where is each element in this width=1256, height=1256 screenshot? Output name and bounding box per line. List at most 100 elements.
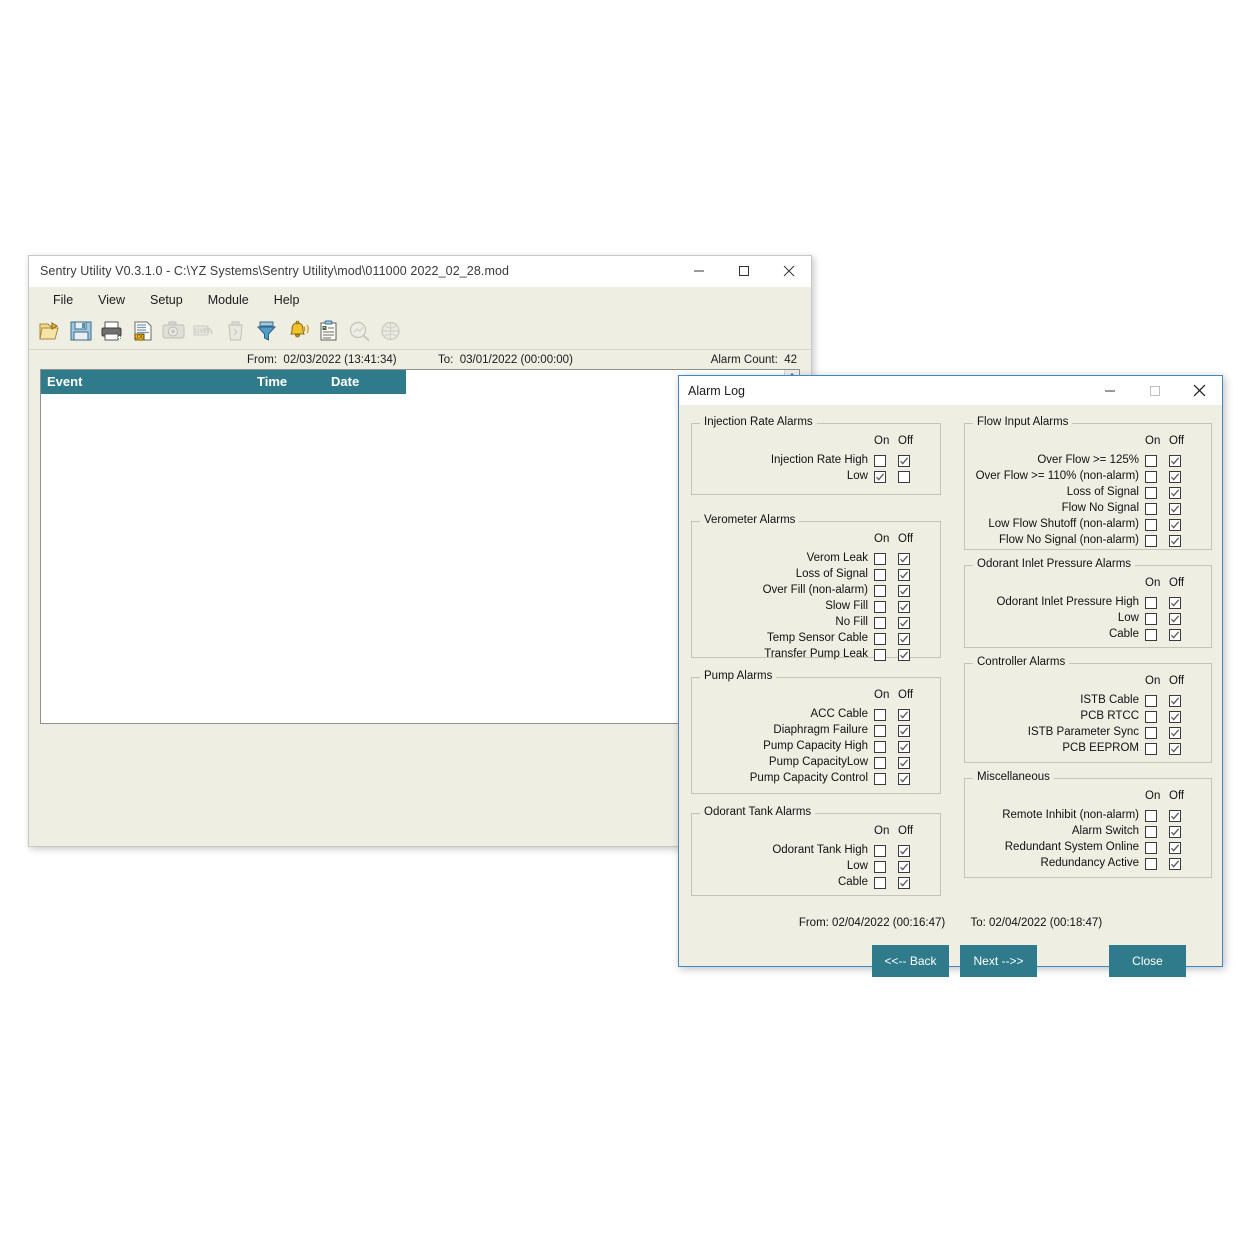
checkbox-off[interactable]	[1169, 727, 1181, 739]
checkbox-on[interactable]	[1145, 455, 1157, 467]
checkbox-on[interactable]	[874, 569, 886, 581]
column-header-time[interactable]: Time	[257, 374, 287, 389]
checkbox-on[interactable]	[1145, 487, 1157, 499]
checkbox-off[interactable]	[898, 569, 910, 581]
alarm-row: Low Flow Shutoff (non-alarm)	[965, 518, 1213, 534]
checkbox-on[interactable]	[874, 471, 886, 483]
checkbox-on[interactable]	[874, 741, 886, 753]
checkbox-off[interactable]	[1169, 842, 1181, 854]
checkbox-off[interactable]	[1169, 471, 1181, 483]
alarm-row-label: Pump CapacityLow	[769, 756, 868, 768]
menu-setup[interactable]: Setup	[138, 290, 196, 310]
checkbox-on[interactable]	[874, 861, 886, 873]
checkbox-on[interactable]	[1145, 727, 1157, 739]
checkbox-off[interactable]	[1169, 695, 1181, 707]
menu-file[interactable]: File	[41, 290, 86, 310]
alarm-count-value: 42	[784, 354, 797, 366]
checkbox-off[interactable]	[1169, 503, 1181, 515]
checkbox-on[interactable]	[1145, 471, 1157, 483]
checkbox-off[interactable]	[898, 741, 910, 753]
checkbox-on[interactable]	[874, 553, 886, 565]
checkbox-on[interactable]	[1145, 695, 1157, 707]
checkbox-off[interactable]	[898, 585, 910, 597]
checkbox-off[interactable]	[898, 601, 910, 613]
checkbox-on[interactable]	[874, 601, 886, 613]
checkbox-off[interactable]	[898, 773, 910, 785]
checkbox-on[interactable]	[874, 617, 886, 629]
save-disk-icon[interactable]	[66, 317, 95, 345]
checkbox-on[interactable]	[1145, 519, 1157, 531]
checkbox-off[interactable]	[1169, 597, 1181, 609]
alarm-row: Transfer Pump Leak	[692, 648, 942, 664]
checkbox-off[interactable]	[898, 757, 910, 769]
checkbox-on[interactable]	[1145, 858, 1157, 870]
minimize-icon[interactable]	[1087, 375, 1132, 406]
checkbox-off[interactable]	[898, 553, 910, 565]
checkbox-off[interactable]	[1169, 629, 1181, 641]
checkbox-off[interactable]	[1169, 535, 1181, 547]
checkbox-off[interactable]	[898, 877, 910, 889]
checkbox-off[interactable]	[898, 861, 910, 873]
alarm-row: Loss of Signal	[692, 568, 942, 584]
checkbox-on[interactable]	[874, 455, 886, 467]
checkbox-off[interactable]	[1169, 858, 1181, 870]
print-icon[interactable]	[97, 317, 126, 345]
log-document-icon[interactable]: LOG	[128, 317, 157, 345]
minimize-icon[interactable]	[676, 256, 721, 287]
maximize-icon[interactable]	[721, 256, 766, 287]
checkbox-off[interactable]	[898, 709, 910, 721]
close-icon[interactable]	[1177, 375, 1222, 406]
checkbox-on[interactable]	[1145, 597, 1157, 609]
checkbox-on[interactable]	[1145, 535, 1157, 547]
close-icon[interactable]	[766, 256, 811, 287]
alarm-row-label: Low	[847, 860, 868, 872]
checkbox-on[interactable]	[874, 633, 886, 645]
menu-view[interactable]: View	[86, 290, 138, 310]
checkbox-off[interactable]	[898, 617, 910, 629]
checkbox-off[interactable]	[898, 633, 910, 645]
checkbox-off[interactable]	[898, 725, 910, 737]
checkbox-on[interactable]	[874, 585, 886, 597]
clipboard-icon[interactable]	[314, 317, 343, 345]
checkbox-on[interactable]	[1145, 503, 1157, 515]
back-button[interactable]: <<-- Back	[872, 945, 949, 977]
checkbox-off[interactable]	[898, 649, 910, 661]
checkbox-on[interactable]	[874, 725, 886, 737]
checkbox-off[interactable]	[1169, 743, 1181, 755]
checkbox-on[interactable]	[874, 845, 886, 857]
checkbox-off[interactable]	[1169, 455, 1181, 467]
checkbox-on[interactable]	[1145, 826, 1157, 838]
alarm-group-verometer-alarms: Verometer AlarmsOnOffVerom LeakLoss of S…	[691, 521, 941, 658]
menu-help[interactable]: Help	[262, 290, 313, 310]
checkbox-off[interactable]	[1169, 613, 1181, 625]
checkbox-on[interactable]	[1145, 711, 1157, 723]
open-folder-icon[interactable]	[35, 317, 64, 345]
checkbox-on[interactable]	[1145, 629, 1157, 641]
checkbox-off[interactable]	[1169, 711, 1181, 723]
checkbox-on[interactable]	[1145, 810, 1157, 822]
funnel-icon[interactable]	[252, 317, 281, 345]
checkbox-off[interactable]	[898, 845, 910, 857]
maximize-icon[interactable]	[1132, 375, 1177, 406]
checkbox-off[interactable]	[898, 471, 910, 483]
checkbox-off[interactable]	[1169, 487, 1181, 499]
checkbox-off[interactable]	[1169, 519, 1181, 531]
checkbox-on[interactable]	[874, 709, 886, 721]
checkbox-on[interactable]	[874, 773, 886, 785]
alarm-bell-icon[interactable]	[283, 317, 312, 345]
checkbox-off[interactable]	[898, 455, 910, 467]
next-button[interactable]: Next -->>	[960, 945, 1037, 977]
column-header-date[interactable]: Date	[331, 374, 359, 389]
checkbox-on[interactable]	[874, 649, 886, 661]
close-button[interactable]: Close	[1109, 945, 1186, 977]
column-header-event[interactable]: Event	[47, 374, 82, 389]
checkbox-on[interactable]	[874, 877, 886, 889]
menu-module[interactable]: Module	[196, 290, 262, 310]
checkbox-off[interactable]	[1169, 810, 1181, 822]
checkbox-on[interactable]	[874, 757, 886, 769]
column-header-off: Off	[898, 435, 913, 447]
checkbox-on[interactable]	[1145, 842, 1157, 854]
checkbox-off[interactable]	[1169, 826, 1181, 838]
checkbox-on[interactable]	[1145, 613, 1157, 625]
checkbox-on[interactable]	[1145, 743, 1157, 755]
